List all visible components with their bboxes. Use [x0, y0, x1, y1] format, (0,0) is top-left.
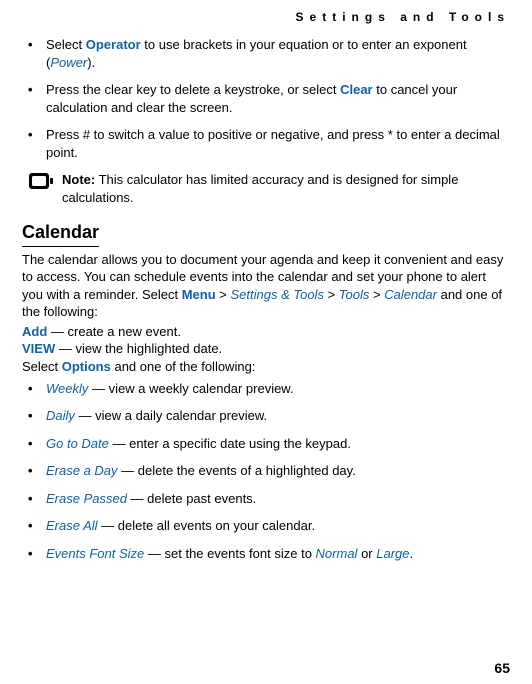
opt-desc: — delete the events of a highlighted day…: [118, 463, 356, 478]
line-add: Add — create a new event.: [22, 323, 510, 341]
opt-desc: — enter a specific date using the keypad…: [109, 436, 351, 451]
text: Select: [46, 37, 86, 52]
note-body: This calculator has limited accuracy and…: [62, 172, 458, 205]
text: Select: [22, 359, 62, 374]
top-bullet-list: Select Operator to use brackets in your …: [22, 36, 510, 161]
opt-name: Events Font Size: [46, 546, 144, 561]
page: Settings and Tools Select Operator to us…: [0, 0, 532, 684]
body: Select Operator to use brackets in your …: [22, 36, 510, 562]
text: Press # to switch a value to positive or…: [46, 127, 500, 160]
opt-name: Erase Passed: [46, 491, 127, 506]
highlight-operator: Operator: [86, 37, 141, 52]
sep: >: [369, 287, 384, 302]
highlight-power: Power: [50, 55, 87, 70]
opt-name: Weekly: [46, 381, 88, 396]
page-number: 65: [494, 660, 510, 676]
opt-value-large: Large: [376, 546, 409, 561]
add-label: Add: [22, 324, 47, 339]
opt-value-normal: Normal: [316, 546, 358, 561]
menu-label: Menu: [182, 287, 216, 302]
opt-name: Daily: [46, 408, 75, 423]
section-heading-calendar: Calendar: [22, 220, 99, 246]
opt-name: Erase a Day: [46, 463, 118, 478]
sep: >: [216, 287, 231, 302]
list-item: Erase All — delete all events on your ca…: [22, 517, 510, 535]
path-settings-tools: Settings & Tools: [230, 287, 323, 302]
opt-desc: — delete all events on your calendar.: [98, 518, 316, 533]
note-icon: [28, 171, 54, 193]
list-item: Go to Date — enter a specific date using…: [22, 435, 510, 453]
path-calendar: Calendar: [384, 287, 437, 302]
text: Press the clear key to delete a keystrok…: [46, 82, 340, 97]
list-item: Weekly — view a weekly calendar preview.: [22, 380, 510, 398]
note-block: Note: This calculator has limited accura…: [28, 171, 510, 206]
calendar-intro: The calendar allows you to document your…: [22, 251, 510, 321]
list-item: Press the clear key to delete a keystrok…: [22, 81, 510, 116]
path-tools: Tools: [339, 287, 370, 302]
list-item: Daily — view a daily calendar preview.: [22, 407, 510, 425]
text: ).: [87, 55, 95, 70]
opt-desc: — delete past events.: [127, 491, 256, 506]
view-label: VIEW: [22, 341, 55, 356]
text: — view the highlighted date.: [55, 341, 222, 356]
list-item: Events Font Size — set the events font s…: [22, 545, 510, 563]
highlight-clear: Clear: [340, 82, 373, 97]
list-item: Erase Passed — delete past events.: [22, 490, 510, 508]
sep: >: [324, 287, 339, 302]
list-item: Select Operator to use brackets in your …: [22, 36, 510, 71]
text: — set the events font size to: [144, 546, 315, 561]
note-text: Note: This calculator has limited accura…: [62, 171, 510, 206]
list-item: Erase a Day — delete the events of a hig…: [22, 462, 510, 480]
opt-desc: — view a daily calendar preview.: [75, 408, 267, 423]
opt-desc: — view a weekly calendar preview.: [88, 381, 293, 396]
running-header: Settings and Tools: [22, 10, 510, 24]
text: or: [357, 546, 376, 561]
line-select-options: Select Options and one of the following:: [22, 358, 510, 376]
options-label: Options: [62, 359, 111, 374]
text: — create a new event.: [47, 324, 181, 339]
opt-name: Go to Date: [46, 436, 109, 451]
text: .: [410, 546, 414, 561]
options-list: Weekly — view a weekly calendar preview.…: [22, 380, 510, 563]
line-view: VIEW — view the highlighted date.: [22, 340, 510, 358]
text: and one of the following:: [111, 359, 256, 374]
list-item: Press # to switch a value to positive or…: [22, 126, 510, 161]
opt-name: Erase All: [46, 518, 98, 533]
note-label: Note:: [62, 172, 95, 187]
